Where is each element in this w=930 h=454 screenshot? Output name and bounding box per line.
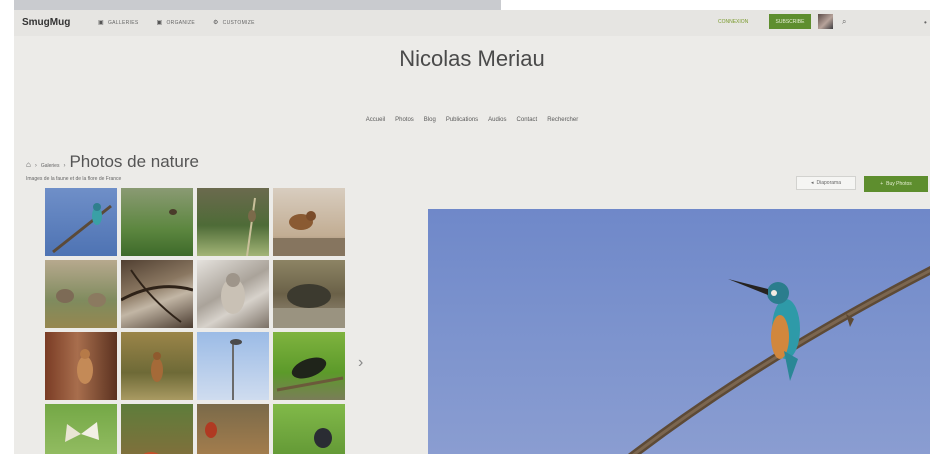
beetle-thumb-art <box>276 357 344 392</box>
dung-beetle-thumb-art <box>314 428 332 448</box>
squirrel-thumb-art <box>77 349 93 384</box>
login-link[interactable]: Connexion <box>718 19 748 25</box>
toolbar-customize-label: Customize <box>222 19 255 26</box>
toolbar-organize-label: Organize <box>166 19 195 26</box>
plus-icon: + <box>880 181 884 187</box>
thumb-squirrel[interactable] <box>45 332 117 400</box>
thumb-partridges[interactable] <box>45 260 117 328</box>
toolbar-nav: ▣ Galleries ▣ Organize ⚙ Customize <box>98 19 255 27</box>
search-icon[interactable]: ⌕ <box>842 17 846 27</box>
home-icon[interactable]: ⌂ <box>26 160 31 169</box>
smugmug-logo[interactable]: SmugMug <box>22 17 70 28</box>
nav-audios[interactable]: Audios <box>488 117 506 123</box>
breadcrumb: ⌂ › Galeries › Photos de nature <box>26 152 199 172</box>
thumb-branches[interactable] <box>121 260 193 328</box>
thumb-grass-bird[interactable] <box>121 188 193 256</box>
thumbnail-grid <box>45 188 349 454</box>
toolbar-customize[interactable]: ⚙ Customize <box>212 19 255 27</box>
slideshow-label: Diaporama <box>816 180 841 186</box>
avatar[interactable] <box>818 14 833 29</box>
page-title: Photos de nature <box>69 152 199 171</box>
thumb-reed-bird[interactable] <box>197 188 269 256</box>
nav-blog[interactable]: Blog <box>424 117 436 123</box>
breadcrumb-galleries[interactable]: Galeries <box>41 163 60 169</box>
toolbar-organize[interactable]: ▣ Organize <box>156 19 195 27</box>
kingfisher-photo[interactable] <box>428 209 930 454</box>
ladybird-thumb-art <box>143 452 159 454</box>
browser-viewport: SmugMug ▣ Galleries ▣ Organize ⚙ Customi… <box>14 10 930 454</box>
thumb-dragonfly[interactable] <box>197 404 269 454</box>
nav-publications[interactable]: Publications <box>446 117 478 123</box>
breadcrumb-separator: › <box>34 163 37 169</box>
pole-bird-thumb-art <box>230 339 242 400</box>
smugmug-toolbar: SmugMug ▣ Galleries ▣ Organize ⚙ Customi… <box>14 10 930 36</box>
thumb-pole-bird[interactable] <box>197 332 269 400</box>
branches-thumb-art <box>121 269 193 323</box>
thumb-deer[interactable] <box>121 332 193 400</box>
snowy-owl-thumb-art <box>221 273 245 314</box>
buy-photos-label: Buy Photos <box>886 181 912 187</box>
kingfisher-thumb-art <box>52 203 112 254</box>
grass-bird-thumb-art <box>169 209 177 215</box>
next-page-arrow[interactable]: › <box>358 354 363 372</box>
slideshow-button[interactable]: ◂ Diaporama <box>796 176 856 190</box>
tortoise-thumb-art <box>273 284 345 328</box>
toolbar-galleries[interactable]: ▣ Galleries <box>98 19 139 27</box>
subscribe-button[interactable]: Subscribe <box>769 14 811 29</box>
gallery-description: Images de la faune et de la flore de Fra… <box>26 176 122 182</box>
dragonfly-thumb-art <box>205 422 217 438</box>
thumb-dung-beetle[interactable] <box>273 404 345 454</box>
nav-photos[interactable]: Photos <box>395 117 414 123</box>
partridges-thumb-art <box>56 289 106 307</box>
nav-accueil[interactable]: Accueil <box>366 117 385 123</box>
thumb-snowy-owl[interactable] <box>197 260 269 328</box>
site-nav: Accueil Photos Blog Publications Audios … <box>14 117 930 123</box>
thumb-tortoise[interactable] <box>273 260 345 328</box>
nav-contact[interactable]: Contact <box>517 117 538 123</box>
image-icon: ▣ <box>98 20 104 26</box>
gear-icon: ⚙ <box>212 20 219 26</box>
thumb-beetle[interactable] <box>273 332 345 400</box>
thumb-thrush[interactable] <box>273 188 345 256</box>
deer-thumb-art <box>151 352 163 382</box>
thumb-ladybird[interactable] <box>121 404 193 454</box>
thrush-thumb-art <box>273 211 345 256</box>
site-title[interactable]: Nicolas Meriau <box>14 46 930 72</box>
dot-icon: • <box>924 18 927 27</box>
play-icon: ◂ <box>811 180 814 186</box>
butterfly-thumb-art <box>65 422 99 442</box>
reed-bird-thumb-art <box>246 197 256 256</box>
image-icon: ▣ <box>156 20 163 26</box>
thumb-butterfly[interactable] <box>45 404 117 454</box>
kingfisher-art <box>627 266 930 454</box>
nav-rechercher[interactable]: Rechercher <box>547 117 578 123</box>
thumb-kingfisher[interactable] <box>45 188 117 256</box>
breadcrumb-separator: › <box>63 163 66 169</box>
toolbar-galleries-label: Galleries <box>107 19 139 26</box>
buy-photos-button[interactable]: + Buy Photos <box>864 176 928 192</box>
